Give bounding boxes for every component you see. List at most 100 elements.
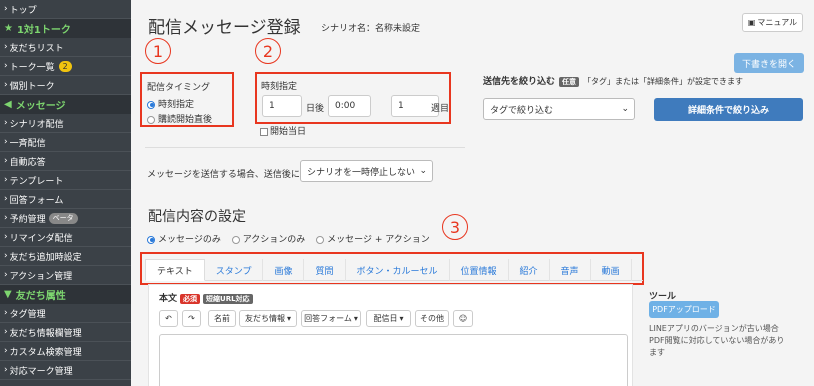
friend-info-label: 友だち情報 <box>244 314 285 323</box>
timing-option-time[interactable]: 時刻指定 <box>147 97 194 110</box>
radio-action[interactable] <box>231 235 240 244</box>
same-day-checkbox[interactable]: 開始当日 <box>260 124 306 137</box>
content-option-message-label: メッセージのみ <box>158 235 221 245</box>
chevron-right-icon: › <box>4 156 8 166</box>
chevron-right-icon: › <box>4 213 8 223</box>
sidebar-item-label: 自動応答 <box>9 157 46 168</box>
tab-7[interactable]: 音声 <box>550 259 591 281</box>
sidebar-item[interactable]: › タグ管理 <box>0 304 131 323</box>
chevron-right-icon: › <box>4 327 8 337</box>
sidebar-section: ◀ メッセージ <box>0 95 131 114</box>
sidebar-item-label: 友だちリスト <box>9 43 64 54</box>
star-icon: ★ <box>4 23 13 34</box>
tab-8[interactable]: 動画 <box>591 259 632 281</box>
answer-form-label: 回答フォーム <box>304 314 352 323</box>
tab-0[interactable]: テキスト <box>145 259 205 281</box>
chevron-right-icon: › <box>4 194 8 204</box>
sidebar-item[interactable]: › トップ <box>0 0 131 19</box>
message-textarea[interactable] <box>159 334 628 386</box>
sidebar-item[interactable]: › 対応マーク管理 <box>0 361 131 380</box>
sidebar-item[interactable]: › トーク一覧 2 <box>0 57 131 76</box>
sidebar-section: ▼ 友だち属性 <box>0 285 131 304</box>
timing-title: 配信タイミング <box>147 83 211 93</box>
sidebar-item-label: 友だち情報欄管理 <box>9 328 82 339</box>
content-option-both[interactable]: メッセージ + アクション <box>316 235 430 245</box>
sidebar-item[interactable]: › 友だち追加時設定 <box>0 247 131 266</box>
content-option-both-label: メッセージ + アクション <box>327 235 430 245</box>
tab-4[interactable]: ボタン・カルーセル <box>346 259 450 281</box>
sidebar-item-label: 予約管理 <box>9 214 46 225</box>
sidebar-section-label: 1対1トーク <box>16 25 71 36</box>
count-badge: 2 <box>58 60 72 72</box>
time-spec-title: 時刻指定 <box>261 82 298 92</box>
delivery-date-button[interactable]: 配信日 ▾ <box>366 310 411 327</box>
sidebar-item-label: 一斉配信 <box>9 138 46 149</box>
tab-6[interactable]: 紹介 <box>509 259 550 281</box>
content-option-message[interactable]: メッセージのみ <box>147 235 221 245</box>
emoji-button[interactable]: ☺ <box>453 310 473 327</box>
filter-header: 送信先を絞り込む 任意 「タグ」または「詳細条件」が設定できます <box>483 74 743 87</box>
radio-immediate[interactable] <box>147 115 155 124</box>
shorturl-badge: 短縮URL対応 <box>203 294 253 304</box>
tag-filter-select[interactable]: タグで絞り込む ⌄ <box>483 98 635 120</box>
send-option-select[interactable]: シナリオを一時停止しない ⌄ <box>300 160 433 182</box>
sidebar-item[interactable]: › カスタム検索管理 <box>0 342 131 361</box>
insert-name-button[interactable]: 名前 <box>208 310 236 327</box>
answer-form-button[interactable]: 回答フォーム ▾ <box>301 310 361 327</box>
sidebar-item[interactable]: › 自動応答 <box>0 152 131 171</box>
radio-time[interactable] <box>147 100 155 109</box>
weeks-label: 週目 <box>431 104 450 114</box>
tab-1[interactable]: スタンプ <box>205 259 264 281</box>
delivery-date-label: 配信日 <box>373 314 398 323</box>
content-option-action-label: アクションのみ <box>242 235 306 245</box>
checkbox-box[interactable] <box>260 127 268 136</box>
sidebar-item[interactable]: › リマインダ配信 <box>0 228 131 247</box>
other-button[interactable]: その他 <box>415 310 449 327</box>
open-draft-button[interactable]: 下書きを開く <box>734 53 804 73</box>
detail-filter-button[interactable]: 詳細条件で絞り込み <box>654 98 803 121</box>
filter-hint: 「タグ」または「詳細条件」が設定できます <box>583 77 744 86</box>
time-input[interactable]: 0:00 <box>328 95 371 117</box>
sidebar-item[interactable]: › 一斉配信 <box>0 133 131 152</box>
chevron-right-icon: › <box>4 251 8 261</box>
chevron-down-icon: ⌄ <box>621 104 629 114</box>
sidebar-item[interactable]: › 個別トーク <box>0 76 131 95</box>
manual-button[interactable]: ▣ マニュアル <box>742 13 803 32</box>
sidebar-item[interactable]: › アクション管理 <box>0 266 131 285</box>
sidebar-item[interactable]: › 予約管理 ベータ <box>0 209 131 228</box>
tab-5[interactable]: 位置情報 <box>450 259 509 281</box>
sidebar-item[interactable]: › 回答フォーム <box>0 190 131 209</box>
chevron-right-icon: › <box>4 365 8 375</box>
content-option-action[interactable]: アクションのみ <box>231 235 306 245</box>
sidebar-item[interactable]: › 友だち情報欄管理 <box>0 323 131 342</box>
radio-both[interactable] <box>316 235 325 244</box>
friend-info-button[interactable]: 友だち情報 ▾ <box>239 310 297 327</box>
chevron-right-icon: › <box>4 175 8 185</box>
pdf-upload-button[interactable]: PDFアップロード <box>649 301 719 318</box>
days-input[interactable]: 1 <box>262 95 302 117</box>
chevron-right-icon: › <box>4 42 8 52</box>
tab-3[interactable]: 質問 <box>304 259 346 281</box>
sidebar-item-label: タグ管理 <box>9 309 46 320</box>
sidebar-section: ★ 1対1トーク <box>0 19 131 38</box>
sidebar-item-label: 対応マーク管理 <box>9 366 73 377</box>
body-header: 本文 必須 短縮URL対応 <box>159 291 253 304</box>
timing-option-immediate-label: 購読開始直後 <box>158 115 213 125</box>
timing-option-immediate[interactable]: 購読開始直後 <box>147 112 212 125</box>
undo-button[interactable]: ↶ <box>159 310 178 327</box>
sidebar-item-label: 個別トーク <box>9 81 55 92</box>
radio-message[interactable] <box>147 235 155 244</box>
sidebar-item[interactable]: › シナリオ配信 <box>0 114 131 133</box>
chevron-right-icon: › <box>4 137 8 147</box>
same-day-label: 開始当日 <box>270 127 307 137</box>
send-option-value: シナリオを一時停止しない <box>307 167 416 178</box>
tag-filter-value: タグで絞り込む <box>490 105 554 116</box>
sidebar-item-label: 回答フォーム <box>9 195 64 206</box>
tab-2[interactable]: 画像 <box>263 259 305 281</box>
sidebar-item[interactable]: › 友だちリスト <box>0 38 131 57</box>
content-tabs: テキスト スタンプ 画像 質問 ボタン・カルーセル 位置情報 紹介 音声 動画 <box>145 257 643 281</box>
sidebar-item[interactable]: › テンプレート <box>0 171 131 190</box>
sidebar-item-label: カスタム検索管理 <box>9 347 82 358</box>
redo-button[interactable]: ↷ <box>182 310 201 327</box>
sidebar-item-label: トップ <box>9 5 37 16</box>
